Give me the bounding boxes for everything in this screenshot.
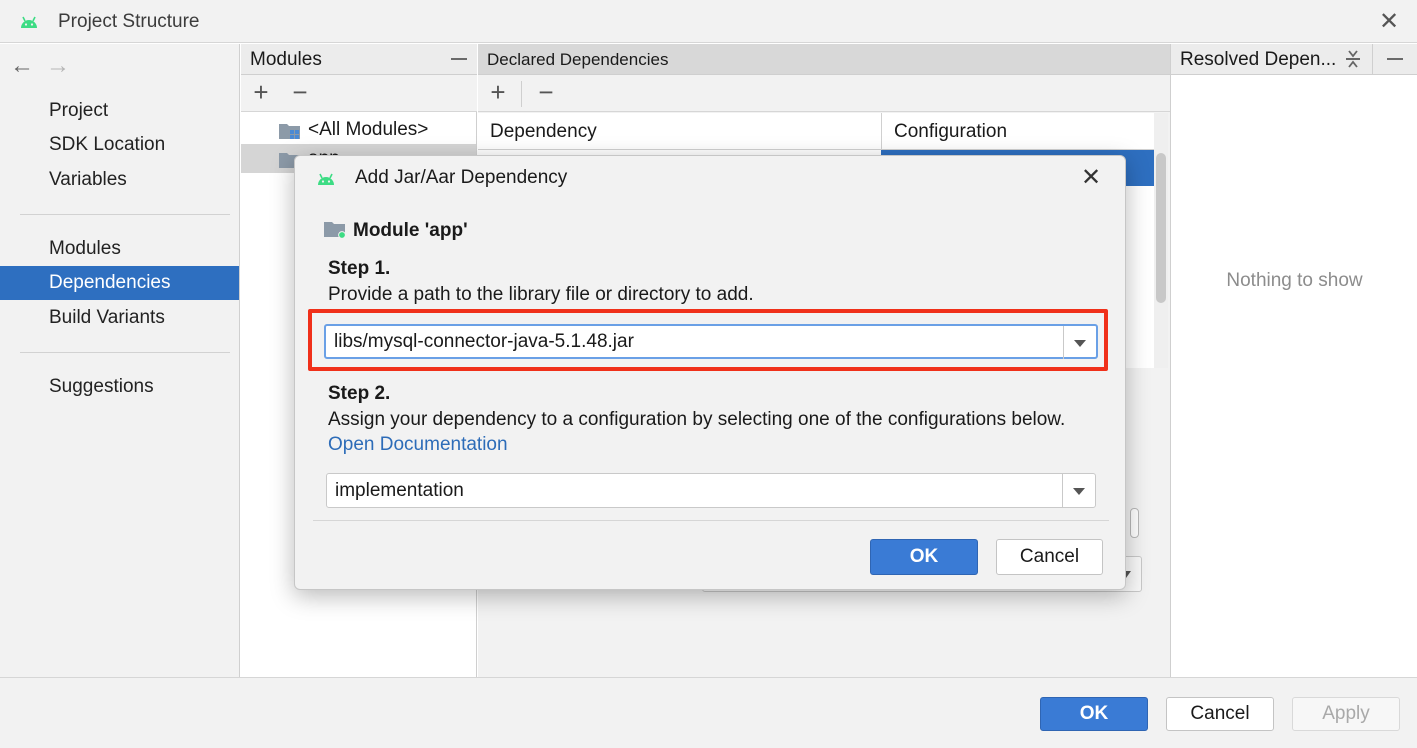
dependency-table-header: Dependency Configuration	[478, 113, 1154, 150]
sidebar-item-variables[interactable]: Variables	[0, 163, 239, 197]
modules-header: Modules	[241, 44, 477, 75]
empty-state-text: Nothing to show	[1226, 270, 1363, 291]
column-header-dependency[interactable]: Dependency	[490, 121, 597, 143]
minimize-icon[interactable]	[451, 58, 467, 60]
android-icon	[315, 169, 337, 193]
add-jar-dependency-dialog: Add Jar/Aar Dependency ✕ Module 'app' St…	[294, 155, 1126, 590]
dialog-close-icon[interactable]: ✕	[1077, 164, 1105, 192]
add-dependency-button[interactable]: +	[485, 79, 511, 107]
step2-title: Step 2.	[328, 383, 391, 404]
sidebar-item-dependencies[interactable]: Dependencies	[0, 266, 239, 300]
sidebar-item-sdk-location[interactable]: SDK Location	[0, 128, 239, 162]
sidebar-item-build-variants[interactable]: Build Variants	[0, 301, 239, 335]
open-documentation-link[interactable]: Open Documentation	[328, 434, 508, 456]
cancel-button[interactable]: Cancel	[1166, 697, 1274, 731]
sidebar-item-modules[interactable]: Modules	[0, 232, 239, 266]
declared-toolbar: + −	[478, 75, 1170, 112]
ok-button[interactable]: OK	[1040, 697, 1148, 731]
path-dropdown-button[interactable]	[1063, 326, 1096, 359]
dialog-cancel-button[interactable]: Cancel	[996, 539, 1103, 575]
configuration-select[interactable]: implementation	[326, 473, 1096, 508]
window-title: Project Structure	[58, 11, 200, 32]
resolved-header: Resolved Depen...	[1171, 44, 1417, 75]
module-row-label: <All Modules>	[308, 119, 429, 140]
forward-arrow-icon: →	[46, 52, 70, 79]
back-arrow-icon[interactable]: ←	[10, 52, 46, 80]
sidebar-item-project[interactable]: Project	[0, 94, 239, 128]
resolved-dependencies-panel: Resolved Depen... Nothing to show	[1170, 44, 1417, 677]
android-icon	[18, 12, 40, 36]
step2-description: Assign your dependency to a configuratio…	[328, 409, 1066, 430]
scrollbar-thumb[interactable]	[1156, 153, 1166, 303]
header-divider	[1372, 44, 1373, 75]
minimize-icon[interactable]	[1387, 58, 1403, 60]
dialog-ok-button[interactable]: OK	[870, 539, 978, 575]
toolbar-separator	[521, 81, 522, 107]
sidebar-item-suggestions[interactable]: Suggestions	[0, 370, 239, 404]
chevron-down-icon	[1073, 488, 1085, 495]
module-folder-icon	[323, 219, 347, 245]
library-path-field[interactable]: libs/mysql-connector-java-5.1.48.jar	[324, 324, 1098, 359]
declared-header: Declared Dependencies	[478, 44, 1170, 75]
column-header-configuration[interactable]: Configuration	[894, 121, 1007, 143]
step1-title: Step 1.	[328, 258, 391, 279]
module-row-all[interactable]: <All Modules>	[241, 115, 476, 144]
window-close-icon[interactable]: ✕	[1376, 9, 1402, 35]
configuration-value[interactable]: implementation	[335, 480, 464, 502]
dialog-footer: OK Cancel Apply	[0, 677, 1417, 748]
sidebar-divider	[20, 352, 230, 353]
dependency-scrollbar[interactable]	[1154, 113, 1168, 368]
modules-toolbar: + −	[241, 75, 477, 112]
library-path-value[interactable]: libs/mysql-connector-java-5.1.48.jar	[334, 331, 634, 353]
modules-header-label: Modules	[250, 49, 322, 70]
declared-header-label: Declared Dependencies	[487, 50, 669, 69]
step1-description: Provide a path to the library file or di…	[328, 284, 754, 305]
resolved-header-label: Resolved Depen...	[1180, 49, 1337, 70]
sidebar: ← → Project SDK Location Variables Module…	[0, 44, 240, 677]
remove-module-button[interactable]: −	[287, 79, 313, 107]
module-name: Module 'app'	[353, 220, 468, 241]
remove-dependency-button[interactable]: −	[533, 79, 559, 107]
apply-button: Apply	[1292, 697, 1400, 731]
dialog-title: Add Jar/Aar Dependency	[355, 167, 568, 188]
column-divider	[881, 113, 882, 150]
module-label: Module 'app'	[323, 219, 468, 245]
add-module-button[interactable]: +	[248, 79, 274, 107]
collapse-all-icon[interactable]	[1343, 49, 1363, 75]
sidebar-divider	[20, 214, 230, 215]
window-titlebar: Project Structure ✕	[0, 0, 1417, 43]
chevron-down-icon	[1074, 340, 1086, 347]
nav-arrows: ← →	[10, 52, 82, 80]
configuration-dropdown-button[interactable]	[1062, 474, 1095, 507]
dialog-divider	[313, 520, 1109, 521]
background-scroll-handle	[1130, 508, 1139, 538]
